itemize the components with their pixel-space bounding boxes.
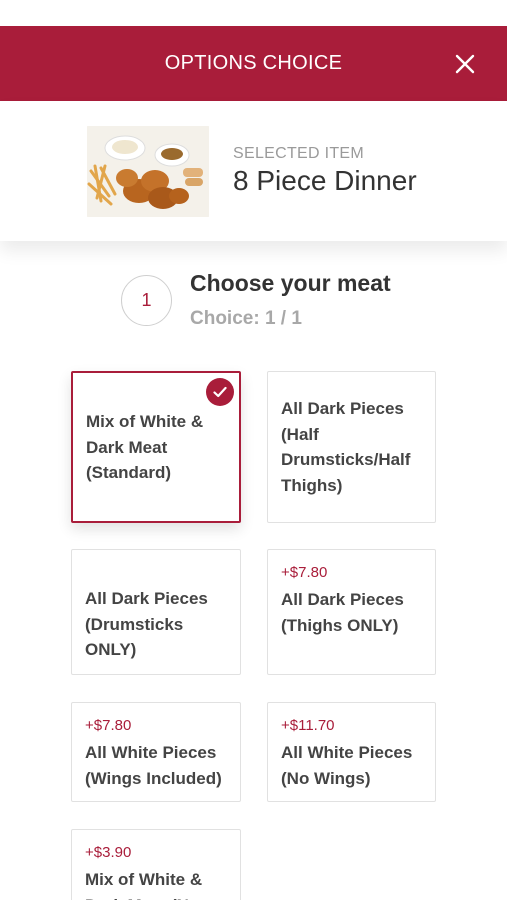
selected-item-label: SELECTED ITEM xyxy=(233,145,365,162)
option-label: All White Pieces (No Wings) xyxy=(281,743,413,788)
modal-title: OPTIONS CHOICE xyxy=(164,52,343,74)
option-label: All Dark Pieces (Drumsticks ONLY) xyxy=(85,589,208,659)
close-icon xyxy=(455,54,475,73)
option-card-dark-half[interactable]: All Dark Pieces (Half Drumsticks/Half Th… xyxy=(267,371,436,523)
close-button[interactable] xyxy=(451,50,479,78)
option-price: +$7.80 xyxy=(281,564,328,581)
option-label: All Dark Pieces (Thighs ONLY) xyxy=(281,590,404,635)
modal-header: OPTIONS CHOICE xyxy=(0,26,507,101)
option-price: +$7.80 xyxy=(85,717,132,734)
option-price: +$3.90 xyxy=(85,844,132,861)
option-card-white-no-wings[interactable]: +$11.70 All White Pieces (No Wings) xyxy=(267,702,436,802)
option-price: +$11.70 xyxy=(281,717,335,734)
option-label: Mix of White & Dark Meat (Standard) xyxy=(86,412,204,482)
option-card-dark-drumsticks[interactable]: All Dark Pieces (Drumsticks ONLY) xyxy=(71,549,241,675)
option-card-white-wings[interactable]: +$7.80 All White Pieces (Wings Included) xyxy=(71,702,241,802)
chicken-dinner-photo xyxy=(87,126,209,217)
step-choice-count: Choice: 1 / 1 xyxy=(190,308,302,329)
option-card-mix-standard[interactable]: Mix of White & Dark Meat (Standard) xyxy=(71,371,241,523)
selected-item-name: 8 Piece Dinner xyxy=(233,165,417,196)
option-card-dark-thighs[interactable]: +$7.80 All Dark Pieces (Thighs ONLY) xyxy=(267,549,436,675)
status-bar-area xyxy=(0,0,507,26)
step-title: Choose your meat xyxy=(190,270,391,296)
step-number-badge: 1 xyxy=(121,275,172,326)
item-thumbnail xyxy=(87,126,209,217)
option-label: Mix of White & Dark Meat (N xyxy=(85,870,203,900)
option-card-mix-custom[interactable]: +$3.90 Mix of White & Dark Meat (N xyxy=(71,829,241,900)
selected-item-panel: SELECTED ITEM 8 Piece Dinner xyxy=(0,101,507,241)
option-label: All Dark Pieces (Half Drumsticks/Half Th… xyxy=(281,399,411,495)
option-label: All White Pieces (Wings Included) xyxy=(85,743,222,788)
